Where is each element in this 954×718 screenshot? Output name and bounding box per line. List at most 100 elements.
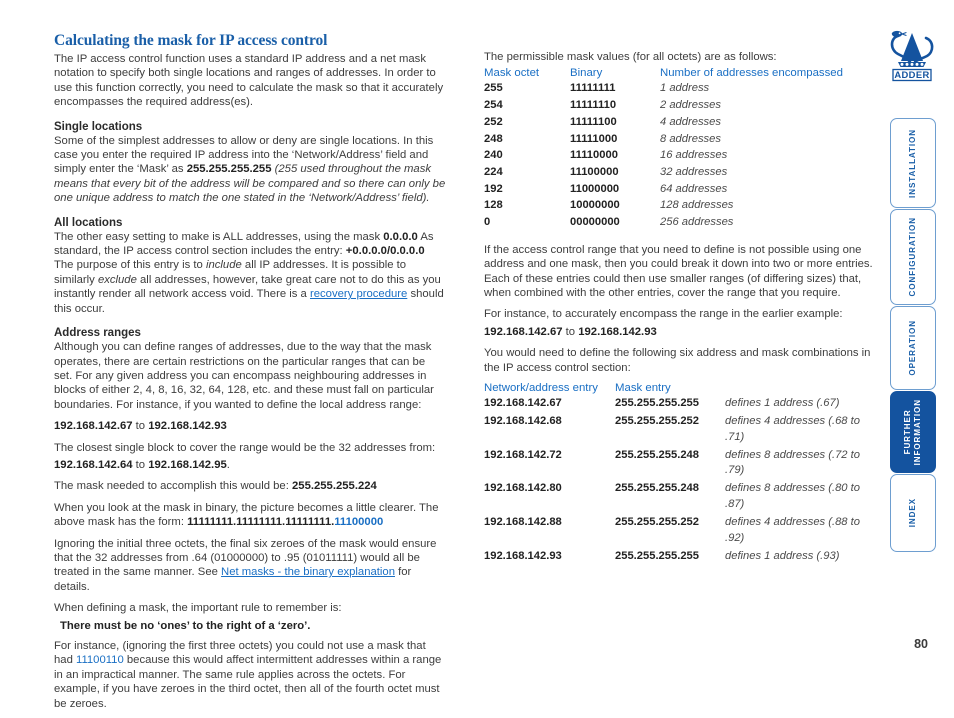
mask-octet-value: 128: [484, 199, 503, 212]
address-mask-entries-table: Network/address entry Mask entry 192.168…: [484, 382, 874, 567]
net-masks-binary-explanation-link[interactable]: Net masks - the binary explanation: [221, 566, 395, 578]
block-range-period: .: [226, 458, 230, 471]
entry-address-value: 192.168.142.68: [484, 415, 562, 428]
tab-index-label: INDEX: [908, 498, 917, 528]
earlier-example-intro: For instance, to accurately encompass th…: [484, 308, 843, 321]
tab-further-information-label: FURTHER INFORMATION: [903, 398, 922, 466]
block-range-end: 192.168.142.95: [148, 458, 227, 471]
mask-needed-text: The mask needed to accomplish this would…: [54, 480, 292, 493]
block-range-start: 192.168.142.64: [54, 458, 133, 471]
mask-binary-value: 11100000: [570, 165, 619, 178]
table-row: 252 11111100 4 addresses: [484, 115, 874, 132]
address-ranges-paragraph-2: The closest single block to cover the ra…: [54, 441, 446, 455]
table-row: 192.168.142.80 255.255.255.248 defines 8…: [484, 481, 874, 515]
mask-binary-value: 11111000: [570, 132, 618, 145]
six-combinations-paragraph: You would need to define the following s…: [484, 347, 871, 374]
entry-address-value: 192.168.142.80: [484, 482, 562, 495]
include-word: include: [205, 259, 242, 272]
table-row: 192 11000000 64 addresses: [484, 182, 874, 199]
example-range-end: 192.168.142.93: [148, 420, 227, 433]
mask-count-value: 32 addresses: [660, 165, 728, 178]
entry-mask-value: 255.255.255.255: [615, 396, 699, 409]
break-down-paragraph: If the access control range that you nee…: [484, 243, 873, 299]
tab-further-information[interactable]: FURTHER INFORMATION: [890, 391, 936, 473]
entry-address-value: 192.168.142.93: [484, 549, 562, 562]
heading-address-ranges: Address ranges: [54, 327, 141, 340]
mask-binary-value: 11000000: [570, 182, 620, 195]
address-ranges-text-1: Although you can define ranges of addres…: [54, 341, 434, 411]
bad-mask-paragraph: For instance, (ignoring the first three …: [54, 639, 446, 711]
tab-installation-label: INSTALLATION: [908, 128, 917, 198]
tab-operation-label: OPERATION: [908, 320, 917, 376]
entry-mask-value: 255.255.255.248: [615, 448, 699, 461]
address-ranges-paragraph-1: Although you can define ranges of addres…: [54, 340, 446, 412]
table-row: 128 10000000 128 addresses: [484, 198, 874, 215]
intro-paragraph: The IP access control function uses a st…: [54, 52, 446, 110]
tab-configuration[interactable]: CONFIGURATION: [890, 209, 936, 305]
earlier-range-start: 192.168.142.67: [484, 325, 563, 338]
mask-count-value: 8 addresses: [660, 132, 721, 145]
mask-octet-value: 0: [484, 216, 491, 229]
recovery-procedure-link[interactable]: recovery procedure: [310, 288, 407, 300]
mask-binary-value: 11111100: [570, 115, 617, 128]
all-locations-text-3: The purpose of this entry is to: [54, 259, 206, 272]
binary-form-paragraph: When you look at the mask in binary, the…: [54, 501, 446, 530]
entry-description: defines 1 address (.93): [725, 549, 840, 562]
entry-table-header-row: Network/address entry Mask entry: [484, 382, 874, 396]
page-number: 80: [914, 637, 928, 651]
all-locations-text-1: The other easy setting to make is ALL ad…: [54, 230, 384, 243]
adder-snake-triangle-icon: ADDER: [890, 30, 934, 82]
mask-table-header-count: Number of addresses encompassed: [660, 67, 843, 80]
right-column: The permissible mask values (for all oct…: [484, 50, 874, 567]
entry-table-header-address: Network/address entry: [484, 381, 598, 394]
all-locations-entry-value: +0.0.0.0/0.0.0.0: [345, 245, 425, 258]
mask-binary-value: 11111111: [570, 82, 616, 95]
left-column: Calculating the mask for IP access contr…: [54, 32, 446, 718]
entry-table-header-mask: Mask entry: [615, 381, 671, 394]
tab-installation[interactable]: INSTALLATION: [890, 118, 936, 208]
mask-octet-value: 255: [484, 82, 503, 95]
heading-single-locations: Single locations: [54, 120, 143, 133]
tab-index[interactable]: INDEX: [890, 474, 936, 552]
entry-table-header-blank: [725, 382, 874, 396]
mask-values-table: Mask octet Binary Number of addresses en…: [484, 67, 874, 231]
mask-binary-value: 00000000: [570, 216, 620, 229]
rule-intro-paragraph: When defining a mask, the important rule…: [54, 601, 446, 615]
mask-octet-value: 254: [484, 99, 503, 112]
example-range-start: 192.168.142.67: [54, 420, 133, 433]
table-row: 192.168.142.68 255.255.255.252 defines 4…: [484, 414, 874, 448]
rule-intro-text: When defining a mask, the important rule…: [54, 602, 342, 615]
exclude-word: exclude: [97, 273, 137, 286]
mask-table-header-row: Mask octet Binary Number of addresses en…: [484, 67, 874, 81]
entry-mask-value: 255.255.255.255: [615, 549, 699, 562]
heading-all-locations: All locations: [54, 216, 123, 229]
mask-binary-value: 10000000: [570, 199, 620, 212]
address-ranges-text-2: The closest single block to cover the ra…: [54, 441, 436, 454]
table-row: 224 11100000 32 addresses: [484, 165, 874, 182]
single-locations-mask-value: 255.255.255.255: [186, 163, 272, 176]
mask-binary-value: 11111110: [570, 99, 617, 112]
brand-logo: ADDER: [888, 26, 936, 82]
mask-count-value: 64 addresses: [660, 182, 728, 195]
table-row: 255 11111111 1 address: [484, 81, 874, 98]
table-row: 192.168.142.88 255.255.255.252 defines 4…: [484, 515, 874, 549]
tab-configuration-label: CONFIGURATION: [908, 217, 917, 297]
mask-count-value: 1 address: [660, 82, 710, 95]
entry-address-value: 192.168.142.67: [484, 396, 562, 409]
entry-description: defines 4 addresses (.88 to .92): [725, 516, 860, 544]
example-range-line: 192.168.142.67 to 192.168.142.93: [54, 419, 446, 433]
mask-octet-value: 252: [484, 115, 503, 128]
all-locations-mask-value: 0.0.0.0: [383, 230, 418, 243]
net-masks-paragraph: Ignoring the initial three octets, the f…: [54, 537, 446, 595]
section-tabs: INSTALLATION CONFIGURATION OPERATION FUR…: [890, 118, 936, 553]
entry-mask-value: 255.255.255.248: [615, 482, 699, 495]
tab-operation[interactable]: OPERATION: [890, 306, 936, 390]
mask-needed-paragraph: The mask needed to accomplish this would…: [54, 479, 446, 493]
mask-octet-value: 192: [484, 182, 503, 195]
table-row: 192.168.142.67 255.255.255.255 defines 1…: [484, 396, 874, 414]
mask-count-value: 16 addresses: [660, 149, 728, 162]
single-locations-paragraph: Some of the simplest addresses to allow …: [54, 134, 446, 206]
bad-binary-value: 11100110: [76, 654, 124, 667]
block-range-line: 192.168.142.64 to 192.168.142.95.: [54, 458, 446, 472]
table-row: 0 00000000 256 addresses: [484, 215, 874, 232]
